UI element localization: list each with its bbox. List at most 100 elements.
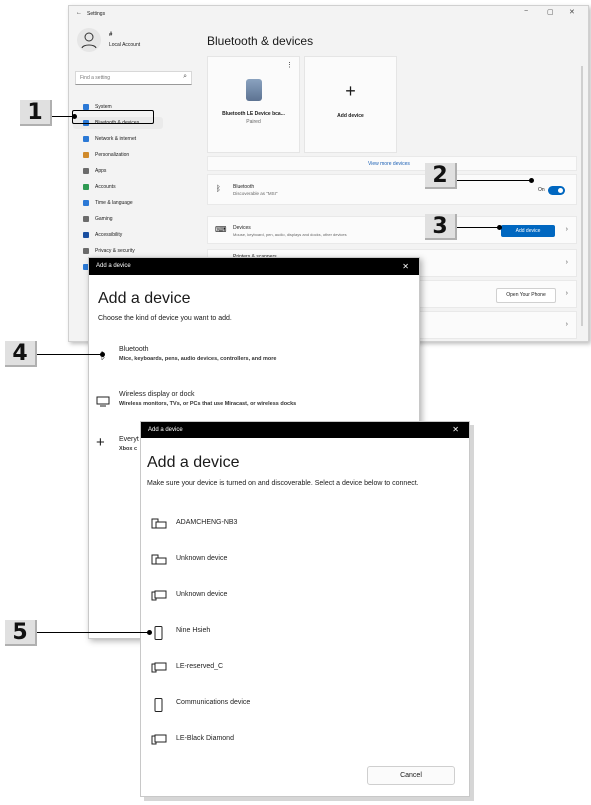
option-everything-title[interactable]: Everyt — [119, 436, 139, 443]
device-list-label: LE-Black Diamond — [176, 735, 234, 742]
back-arrow-icon[interactable]: ← — [76, 10, 82, 16]
callout-dot-1 — [72, 114, 77, 119]
chevron-right-icon: › — [565, 259, 568, 266]
search-input[interactable]: Find a setting ⌕ — [75, 71, 192, 85]
device-list-item[interactable]: LE-reserved_C — [151, 657, 223, 677]
callout-dot-2 — [529, 178, 534, 183]
device-list-item[interactable]: Communications device — [151, 693, 250, 713]
sidebar-icon — [83, 184, 89, 190]
device-list-item[interactable]: Nine Hsieh — [151, 621, 210, 641]
device-list-label: Unknown device — [176, 591, 228, 598]
scrollbar[interactable] — [581, 66, 583, 326]
callout-2: 2 — [425, 163, 457, 189]
dialog-title: Add a device — [96, 263, 131, 269]
dialog-heading: Add a device — [147, 454, 240, 471]
sidebar-item-label: Accessibility — [95, 232, 123, 238]
display-icon — [151, 662, 167, 683]
device-status: Paired — [246, 119, 261, 125]
device-list-label: Communications device — [176, 699, 251, 706]
plus-icon: + — [345, 81, 356, 101]
sidebar-item-network-internet[interactable]: Network & internet — [73, 133, 163, 145]
devices-row: ⌨ Devices Mouse, keyboard, pen, audio, d… — [207, 216, 577, 244]
sidebar-icon — [83, 216, 89, 222]
chevron-right-icon: › — [565, 226, 568, 233]
sidebar-item-label: Accounts — [95, 184, 116, 190]
bluetooth-subtitle: Discoverable as "MSI" — [233, 191, 278, 196]
device-list-item[interactable]: LE-Black Diamond — [151, 729, 234, 749]
callout-5: 5 — [5, 620, 37, 646]
option-everything-sub: Xbox c — [119, 446, 138, 452]
device-list-item[interactable]: Unknown device — [151, 585, 227, 605]
callout-line-1 — [52, 116, 74, 117]
option-wireless-title[interactable]: Wireless display or dock — [119, 391, 194, 398]
sidebar-item-label: Apps — [95, 168, 107, 174]
devices-icon: ⌨ — [215, 225, 227, 234]
device-name: Bluetooth LE Device bca... — [222, 111, 285, 117]
sidebar-item-accessibility[interactable]: Accessibility — [73, 229, 163, 241]
device-list-item[interactable]: ADAMCHENG-NB3 — [151, 513, 237, 533]
chevron-right-icon: › — [565, 290, 568, 297]
bluetooth-icon: ᛒ — [216, 184, 221, 193]
device-list-label: Nine Hsieh — [176, 627, 211, 634]
user-name: # — [109, 32, 113, 38]
callout-1: 1 — [20, 100, 52, 126]
option-wireless-sub: Wireless monitors, TVs, or PCs that use … — [119, 401, 297, 407]
minimize-button[interactable]: − — [524, 8, 528, 15]
callout-dot-3 — [497, 225, 502, 230]
bluetooth-title: Bluetooth — [233, 184, 255, 190]
dialog-instructions: Make sure your device is turned on and d… — [147, 480, 419, 487]
bluetooth-toggle[interactable] — [548, 186, 565, 195]
callout-line-5 — [37, 632, 149, 633]
callout-dot-4 — [100, 352, 105, 357]
device-card[interactable]: ⋮ Bluetooth LE Device bca... Paired — [207, 56, 300, 153]
devices-title: Devices — [233, 225, 251, 231]
sidebar-item-label: Time & language — [95, 200, 133, 206]
bluetooth-device-icon — [246, 79, 262, 101]
sidebar-item-label: Privacy & security — [95, 248, 135, 254]
option-bluetooth-sub: Mice, keyboards, pens, audio devices, co… — [119, 356, 277, 362]
callout-line-2 — [457, 180, 532, 181]
view-more-row[interactable]: View more devices — [207, 156, 577, 171]
sidebar-item-time-language[interactable]: Time & language — [73, 197, 163, 209]
sidebar-icon — [83, 152, 89, 158]
dialog-subheading: Choose the kind of device you want to ad… — [98, 315, 232, 322]
sidebar-item-label: Network & internet — [95, 136, 137, 142]
sidebar-icon — [83, 168, 89, 174]
toggle-knob — [558, 188, 563, 193]
view-more-link[interactable]: View more devices — [368, 161, 410, 167]
callout-dot-5 — [147, 630, 152, 635]
callout-4: 4 — [5, 341, 37, 367]
display-icon — [151, 734, 167, 755]
sidebar-item-personalization[interactable]: Personalization — [73, 149, 163, 161]
dialog-title-bar: Add a device ✕ — [141, 422, 469, 438]
callout-line-3 — [457, 227, 499, 228]
toggle-label: On — [538, 187, 545, 193]
close-icon[interactable]: ✕ — [452, 422, 459, 438]
device-list-label: LE-reserved_C — [176, 663, 224, 670]
cancel-button[interactable]: Cancel — [367, 766, 455, 785]
phone-icon — [151, 626, 167, 649]
add-device-card[interactable]: + Add device — [304, 56, 397, 153]
close-button[interactable]: ✕ — [569, 8, 575, 16]
device-list-label: ADAMCHENG-NB3 — [176, 519, 238, 526]
add-device-label: Add device — [337, 113, 364, 119]
computer-icon — [151, 554, 167, 575]
callout-line-4 — [37, 354, 102, 355]
sidebar-item-privacy-security[interactable]: Privacy & security — [73, 245, 163, 257]
account-type: Local Account — [109, 42, 141, 48]
window-title: Settings — [87, 11, 106, 17]
highlight-box — [72, 110, 154, 124]
sidebar-item-apps[interactable]: Apps — [73, 165, 163, 177]
sidebar-item-accounts[interactable]: Accounts — [73, 181, 163, 193]
display-icon — [151, 590, 167, 611]
add-device-button[interactable]: Add device — [501, 225, 555, 237]
open-your-phone-button[interactable]: Open Your Phone — [496, 288, 556, 303]
sidebar-item-gaming[interactable]: Gaming — [73, 213, 163, 225]
maximize-button[interactable]: ▢ — [547, 8, 554, 16]
option-bluetooth-title[interactable]: Bluetooth — [119, 346, 149, 353]
more-options-icon[interactable]: ⋮ — [286, 61, 293, 69]
callout-3: 3 — [425, 214, 457, 240]
sidebar-item-label: Personalization — [95, 152, 130, 158]
device-list-item[interactable]: Unknown device — [151, 549, 227, 569]
close-icon[interactable]: ✕ — [402, 258, 409, 275]
